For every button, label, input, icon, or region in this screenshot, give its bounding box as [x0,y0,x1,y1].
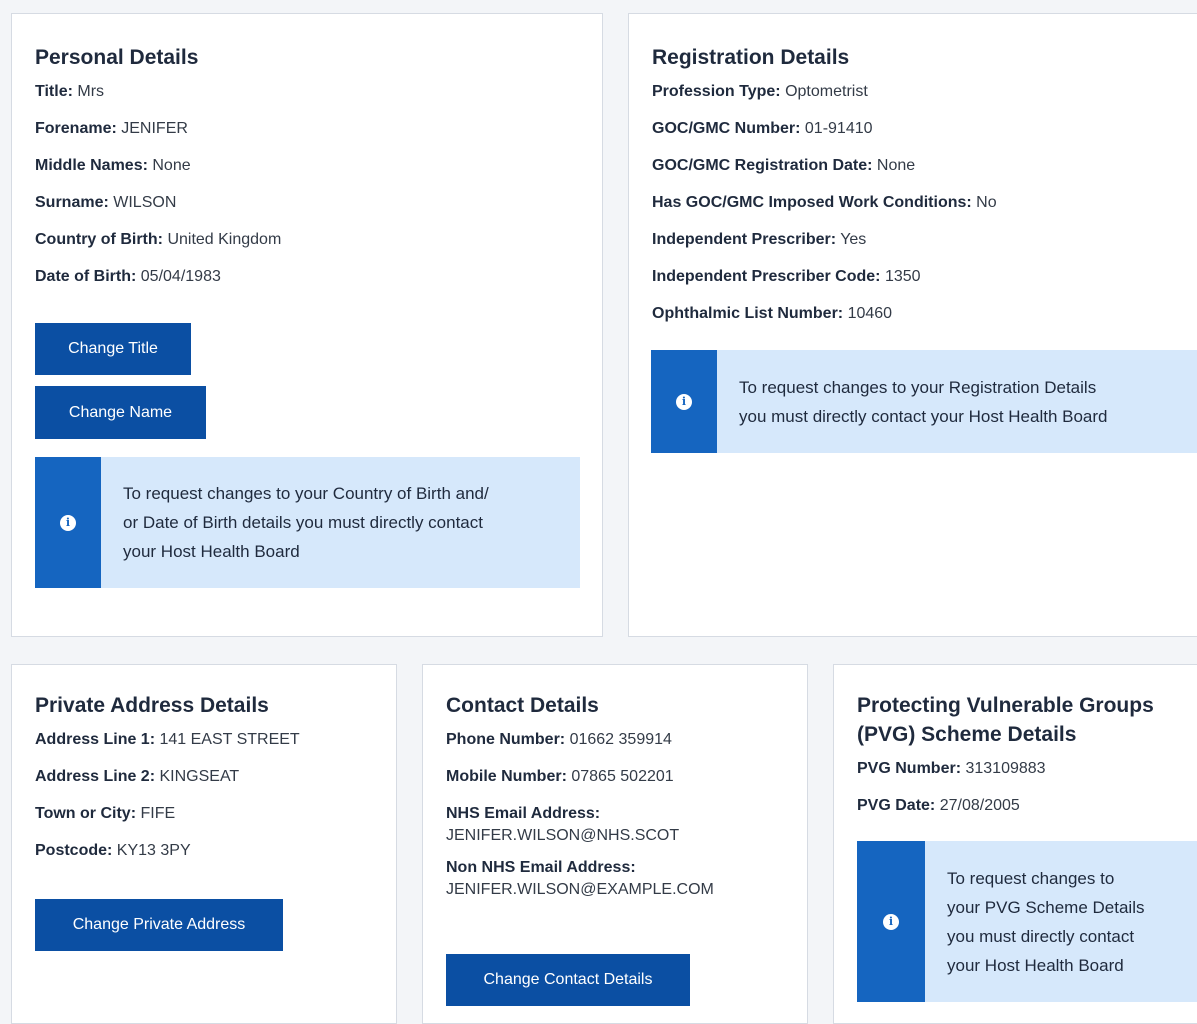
pvg-date-field: PVG Date: 27/08/2005 [857,797,1020,814]
town-or-city-field: Town or City: FIFE [35,805,176,822]
pvg-info-box: i To request changes to your PVG Scheme … [857,841,1197,1002]
postcode-field: Postcode: KY13 3PY [35,842,191,859]
private-address-heading: Private Address Details [35,694,269,717]
middle-names-field: Middle Names: None [35,157,191,174]
contact-details-card: Contact Details Phone Number: 01662 3599… [422,664,808,1024]
address-line-1-field: Address Line 1: 141 EAST STREET [35,731,300,748]
personal-details-card: Personal Details Title: Mrs Forename: JE… [11,13,603,637]
personal-details-heading: Personal Details [35,46,199,69]
pvg-number-field: PVG Number: 313109883 [857,760,1046,777]
goc-gmc-registration-date-field: GOC/GMC Registration Date: None [652,157,916,174]
pvg-details-heading: Protecting Vulnerable Groups (PVG) Schem… [857,694,1154,746]
independent-prescriber-field: Independent Prescriber: Yes [652,231,867,248]
info-icon: i [676,393,692,410]
title-field: Title: Mrs [35,83,105,100]
nhs-email-field: NHS Email Address: JENIFER.WILSON@NHS.SC… [446,805,680,844]
contact-details-heading: Contact Details [446,694,599,717]
pvg-details-card: Protecting Vulnerable Groups (PVG) Schem… [833,664,1197,1024]
country-of-birth-field: Country of Birth: United Kingdom [35,231,282,248]
ophthalmic-list-number-field: Ophthalmic List Number: 10460 [652,305,893,322]
change-private-address-button[interactable]: Change Private Address [35,899,283,951]
change-title-button[interactable]: Change Title [35,323,191,375]
date-of-birth-field: Date of Birth: 05/04/1983 [35,268,221,285]
surname-field: Surname: WILSON [35,194,177,211]
registration-details-card: Registration Details Profession Type: Op… [628,13,1197,637]
prescriber-code-field: Independent Prescriber Code: 1350 [652,268,921,285]
mobile-number-field: Mobile Number: 07865 502201 [446,768,674,785]
info-icon: i [883,913,899,930]
info-icon: i [60,514,76,531]
registration-details-heading: Registration Details [652,46,850,69]
change-contact-details-button[interactable]: Change Contact Details [446,954,690,1006]
profession-type-field: Profession Type: Optometrist [652,83,868,100]
private-address-card: Private Address Details Address Line 1: … [11,664,397,1024]
change-name-button[interactable]: Change Name [35,386,206,439]
registration-info-box: i To request changes to your Registratio… [651,350,1197,453]
address-line-2-field: Address Line 2: KINGSEAT [35,768,240,785]
goc-gmc-number-field: GOC/GMC Number: 01-91410 [652,120,873,137]
non-nhs-email-field: Non NHS Email Address: JENIFER.WILSON@EX… [446,859,714,898]
birth-details-info-box: i To request changes to your Country of … [35,457,580,588]
forename-field: Forename: JENIFER [35,120,188,137]
phone-number-field: Phone Number: 01662 359914 [446,731,672,748]
work-conditions-field: Has GOC/GMC Imposed Work Conditions: No [652,194,997,211]
